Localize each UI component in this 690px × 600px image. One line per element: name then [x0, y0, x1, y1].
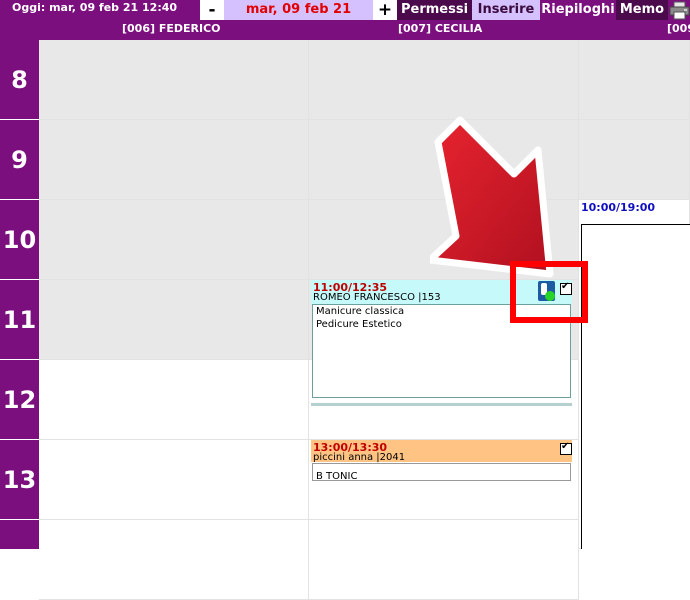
menu-memo[interactable]: Memo: [616, 0, 668, 20]
top-bar: Oggi: mar, 09 feb 21 12:40 - mar, 09 feb…: [0, 0, 690, 40]
hour-label: 12: [0, 360, 39, 440]
current-date[interactable]: mar, 09 feb 21: [224, 0, 373, 20]
time-slot[interactable]: [39, 40, 309, 120]
hour-label: 13: [0, 440, 39, 520]
appointment-header[interactable]: 13:00/13:30 piccini anna |2041: [311, 440, 572, 463]
today-label: Oggi: mar, 09 feb 21 12:40: [12, 1, 178, 14]
staff-third[interactable]: [009: [667, 22, 690, 35]
time-slot[interactable]: [309, 520, 579, 600]
time-slot[interactable]: [579, 40, 690, 120]
shift-block[interactable]: [581, 224, 690, 549]
time-slot[interactable]: [579, 120, 690, 200]
staff-federico[interactable]: [006] FEDERICO: [122, 22, 221, 35]
next-day-button[interactable]: +: [373, 0, 397, 20]
time-slot[interactable]: [309, 40, 579, 120]
previous-day-button[interactable]: -: [200, 0, 224, 20]
menu-inserire[interactable]: Inserire: [472, 0, 540, 20]
appointment-checkbox[interactable]: [560, 441, 572, 455]
printer-icon[interactable]: [669, 1, 690, 20]
menu-riepiloghi[interactable]: Riepiloghi: [540, 0, 616, 20]
time-slot[interactable]: [39, 280, 309, 360]
time-slot[interactable]: [39, 520, 309, 600]
staff-cecilia[interactable]: [007] CECILIA: [398, 22, 482, 35]
service-item: B TONIC: [316, 471, 358, 482]
hour-label: 10: [0, 200, 39, 280]
time-slot[interactable]: [39, 120, 309, 200]
hour-label: 11: [0, 280, 39, 360]
menu-permessi[interactable]: Permessi: [397, 0, 472, 20]
annotation-arrow-icon: [430, 116, 554, 278]
time-slot[interactable]: [39, 360, 309, 440]
hour-label: 8: [0, 40, 39, 120]
annotation-highlight-box: [510, 261, 588, 323]
appointment-client[interactable]: ROMEO FRANCESCO |153: [313, 292, 441, 303]
appointment-divider: [311, 403, 572, 406]
appointment-services[interactable]: B TONIC: [312, 463, 571, 482]
hour-label: 9: [0, 120, 39, 200]
hour-column: 8 9 10 11 12 13: [0, 40, 39, 549]
time-slot[interactable]: [39, 200, 309, 280]
appointment-client[interactable]: piccini anna |2041: [313, 452, 405, 463]
time-slot[interactable]: [39, 440, 309, 520]
shift-time: 10:00/19:00: [581, 201, 656, 214]
